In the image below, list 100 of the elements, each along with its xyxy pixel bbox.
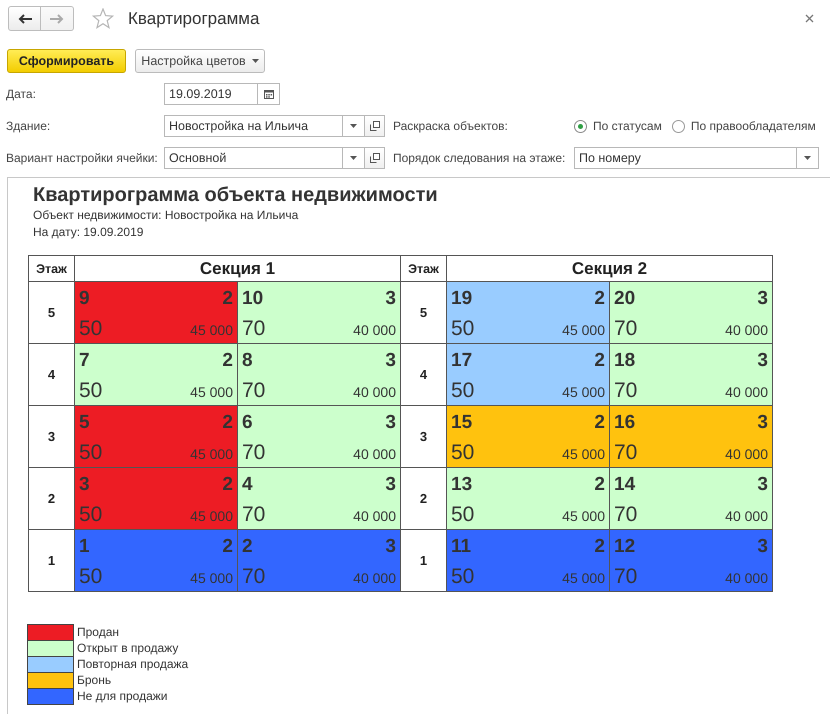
apartment-price: 40 000 xyxy=(353,507,396,526)
apartment-price: 40 000 xyxy=(353,569,396,588)
star-icon[interactable] xyxy=(92,8,114,29)
apartment-cell[interactable]: 19 2 50 45 000 xyxy=(447,282,609,343)
apartment-area: 70 xyxy=(614,317,638,341)
apartment-price: 45 000 xyxy=(562,507,605,526)
apartment-number: 12 xyxy=(614,536,636,558)
apartment-cell[interactable]: 6 3 70 40 000 xyxy=(238,406,400,467)
radio-button[interactable] xyxy=(574,120,587,132)
apartment-area: 50 xyxy=(451,441,474,465)
room-count: 2 xyxy=(594,350,605,372)
caret-icon xyxy=(804,156,812,160)
floor-cell: 2 xyxy=(401,468,446,529)
apartment-number: 16 xyxy=(614,412,636,434)
radio-button[interactable] xyxy=(672,120,685,132)
caret-icon xyxy=(350,156,357,160)
room-count: 3 xyxy=(385,350,396,372)
apartment-price: 40 000 xyxy=(725,507,768,526)
floor-cell: 4 xyxy=(401,344,446,405)
apartment-cell[interactable]: 13 2 50 45 000 xyxy=(447,468,609,529)
report-title: Квартирограмма объекта недвижимости xyxy=(32,183,439,207)
room-count: 3 xyxy=(385,536,396,558)
apartment-area: 70 xyxy=(614,441,638,465)
apartment-cell[interactable]: 16 3 70 40 000 xyxy=(610,406,772,467)
room-count: 2 xyxy=(222,412,233,434)
room-count: 2 xyxy=(594,288,605,310)
room-count: 3 xyxy=(385,412,396,434)
cell-settings-field[interactable]: Основной xyxy=(164,147,343,169)
apartment-price: 45 000 xyxy=(190,445,233,464)
dropdown-button[interactable] xyxy=(797,147,819,169)
building-field[interactable]: Новостройка на Ильича xyxy=(164,115,343,137)
apartment-area: 70 xyxy=(242,441,266,465)
apartment-cell[interactable]: 18 3 70 40 000 xyxy=(610,344,772,405)
apartment-number: 20 xyxy=(614,288,636,310)
calendar-button[interactable] xyxy=(258,83,280,105)
floor-cell: 2 xyxy=(29,468,74,529)
apartment-price: 40 000 xyxy=(353,383,396,402)
open-button[interactable] xyxy=(365,115,385,137)
date-field[interactable]: 19.09.2019 xyxy=(164,83,258,105)
apartment-cell[interactable]: 10 3 70 40 000 xyxy=(238,282,400,343)
floor-cell: 5 xyxy=(401,282,446,343)
apartment-price: 40 000 xyxy=(725,383,768,402)
floor-order-field[interactable]: По номеру xyxy=(574,147,798,169)
apartment-price: 45 000 xyxy=(562,445,605,464)
section-header: Секция 2 xyxy=(447,256,772,281)
caret-icon xyxy=(350,124,357,128)
apartment-cell[interactable]: 8 3 70 40 000 xyxy=(238,344,400,405)
floor-cell: 4 xyxy=(29,344,74,405)
floor-cell: 3 xyxy=(401,406,446,467)
apartment-number: 15 xyxy=(451,412,472,434)
room-count: 2 xyxy=(222,474,233,496)
apartment-cell[interactable]: 20 3 70 40 000 xyxy=(610,282,772,343)
field-label: Дата: xyxy=(6,87,37,101)
apartment-price: 45 000 xyxy=(562,569,605,588)
apartment-cell[interactable]: 4 3 70 40 000 xyxy=(238,468,400,529)
report-subtitle: На дату: 19.09.2019 xyxy=(32,224,144,241)
apartment-area: 70 xyxy=(614,565,638,589)
apartment-area: 70 xyxy=(614,503,638,527)
apartment-cell[interactable]: 14 3 70 40 000 xyxy=(610,468,772,529)
color-settings-button[interactable]: Настройка цветов xyxy=(135,49,265,73)
floor-header: Этаж xyxy=(401,256,446,281)
room-count: 2 xyxy=(222,350,233,372)
apartment-area: 70 xyxy=(242,503,266,527)
apartment-price: 45 000 xyxy=(190,383,233,402)
apartment-area: 70 xyxy=(242,565,266,589)
apartment-number: 14 xyxy=(614,474,636,496)
apartment-area: 50 xyxy=(451,317,474,341)
apartment-area: 50 xyxy=(79,503,102,527)
room-count: 3 xyxy=(757,288,768,310)
apartment-cell[interactable]: 7 2 50 45 000 xyxy=(75,344,237,405)
room-count: 2 xyxy=(222,536,233,558)
apartment-price: 40 000 xyxy=(353,321,396,340)
apartment-number: 13 xyxy=(451,474,472,496)
apartment-number: 11 xyxy=(451,536,472,558)
apartment-cell[interactable]: 15 2 50 45 000 xyxy=(447,406,609,467)
dropdown-button[interactable] xyxy=(343,147,365,169)
apartment-number: 3 xyxy=(79,474,90,496)
room-count: 3 xyxy=(757,536,768,558)
radio-label[interactable]: По статусам xyxy=(593,119,662,133)
generate-button[interactable]: Сформировать xyxy=(7,49,126,73)
apartment-price: 40 000 xyxy=(725,445,768,464)
apartment-number: 5 xyxy=(79,412,90,434)
apartment-area: 70 xyxy=(242,379,266,403)
room-count: 3 xyxy=(757,412,768,434)
apartment-number: 18 xyxy=(614,350,636,372)
apartment-price: 40 000 xyxy=(725,321,768,340)
apartment-number: 10 xyxy=(242,288,264,310)
apartment-cell[interactable]: 17 2 50 45 000 xyxy=(447,344,609,405)
close-icon[interactable] xyxy=(805,14,814,23)
apartment-area: 50 xyxy=(451,565,474,589)
caret-icon xyxy=(252,59,259,63)
apartment-number: 9 xyxy=(79,288,90,310)
legend-label: Не для продажи xyxy=(77,688,168,704)
field-label: Вариант настройки ячейки: xyxy=(6,151,159,165)
radio-label[interactable]: По правообладателям xyxy=(690,119,816,133)
floor-cell: 1 xyxy=(29,530,74,591)
open-button[interactable] xyxy=(365,147,385,169)
legend-label: Продан xyxy=(77,624,120,640)
dropdown-button[interactable] xyxy=(343,115,365,137)
back-button[interactable] xyxy=(8,6,41,31)
